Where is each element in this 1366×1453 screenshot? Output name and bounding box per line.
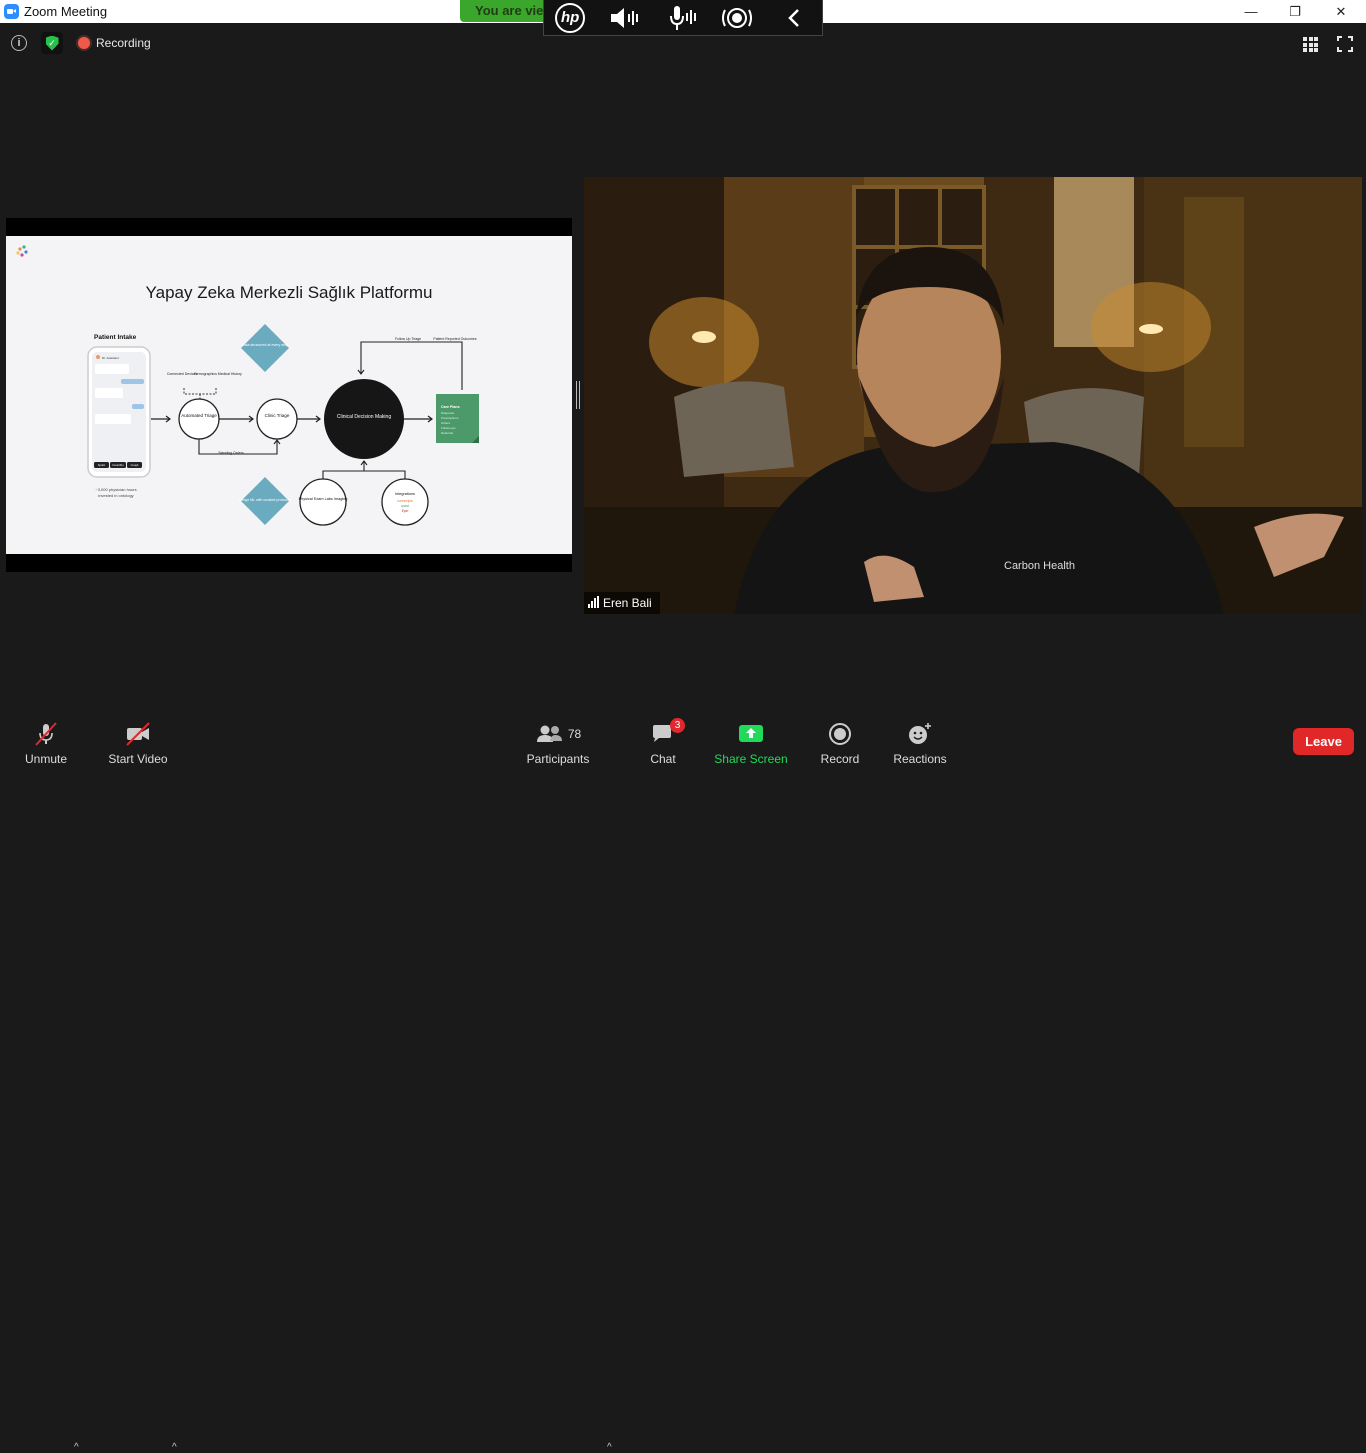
security-shield-icon[interactable]: ✓ (41, 32, 63, 54)
phone-contact-name: Dr. Assistant (102, 356, 119, 360)
care-plan-item-4: Follow-ups (441, 426, 456, 430)
speaker-icon[interactable] (608, 3, 642, 33)
leave-button[interactable]: Leave (1293, 728, 1354, 755)
integration-logo-1: surescripts (397, 499, 413, 503)
integration-logo-3: Epic (402, 509, 409, 513)
viewing-banner[interactable]: You are view (460, 0, 550, 22)
view-splitter[interactable] (576, 381, 580, 409)
record-label: Record (820, 752, 860, 766)
intake-caption-line1: ~3,000 physician hours (95, 487, 136, 492)
patient-intake-title: Patient Intake (94, 334, 137, 341)
restore-button[interactable]: ❐ (1272, 0, 1318, 23)
carbon-logo-icon (16, 245, 28, 257)
recording-dot-icon (78, 37, 90, 49)
start-video-label: Start Video (108, 752, 168, 766)
standing-orders-label: Standing Orders (218, 451, 244, 455)
presentation-slide: Yapay Zeka Merkezli Sağlık Platformu Pat… (6, 236, 572, 554)
hp-logo: hp (555, 2, 586, 33)
record-button[interactable]: Record (818, 716, 862, 768)
participant-video[interactable]: Carbon Health Eren Bali (584, 177, 1362, 614)
participants-label: Participants (526, 752, 590, 766)
zoom-app-icon (4, 4, 19, 19)
care-plans-card: Care Plans Diagnosis Prescriptions Order… (436, 394, 479, 443)
reactions-label: Reactions (893, 752, 947, 766)
connected-devices-label: Connected Devices (167, 372, 198, 376)
signal-strength-icon (588, 596, 599, 608)
participants-button[interactable]: 78 Participants (526, 716, 590, 768)
meeting-toolbar: Unmute ^ Start Video ^ 78 Participants ^… (0, 716, 1366, 1453)
recording-label[interactable]: Recording (96, 36, 151, 50)
fullscreen-icon[interactable] (1337, 36, 1353, 52)
unmute-label: Unmute (24, 752, 68, 766)
merge-ml-label: Merge ML with curated protocols (239, 498, 291, 502)
chat-button[interactable]: 3 Chat (645, 716, 685, 768)
participants-count: 78 (567, 727, 582, 741)
audio-options-caret-icon[interactable]: ^ (74, 1442, 79, 1453)
physical-exam-label: Physical Exam Labs Imaging (299, 497, 348, 501)
clinical-decision-label: Clinical Decision Making (337, 414, 391, 420)
care-plan-item-2: Prescriptions (441, 416, 459, 420)
chat-icon: 3 (651, 718, 685, 748)
slide-title: Yapay Zeka Merkezli Sağlık Platformu (146, 283, 433, 302)
muted-microphone-icon (33, 720, 59, 748)
chat-unread-badge: 3 (670, 718, 685, 733)
record-icon (828, 720, 852, 748)
care-plan-item-3: Orders (441, 421, 451, 425)
start-video-button[interactable]: Start Video (106, 716, 170, 768)
share-screen-button[interactable]: Share Screen (714, 716, 788, 768)
shared-screen[interactable]: Yapay Zeka Merkezli Sağlık Platformu Pat… (6, 218, 572, 572)
phone-button-2: Fever/Flu (113, 463, 125, 467)
minimize-button[interactable]: — (1228, 0, 1274, 23)
hp-audio-overlay: hp (543, 0, 823, 36)
share-screen-icon (738, 720, 764, 748)
unmute-button[interactable]: Unmute (20, 716, 72, 768)
care-plan-item-1: Diagnosis (441, 411, 455, 415)
merge-ml-diamond: Merge ML with curated protocols (239, 477, 291, 525)
demographics-label: Demographics Medical History (194, 372, 242, 376)
data-structured-label: Data structured at every step (242, 343, 288, 347)
chevron-left-icon[interactable] (777, 3, 811, 33)
phone-button-3: Cough (131, 463, 139, 467)
video-options-caret-icon[interactable]: ^ (172, 1442, 177, 1453)
patient-reported-label: Patient Reported Outcomes (433, 337, 476, 341)
participants-caret-icon[interactable]: ^ (607, 1442, 612, 1453)
data-structured-diamond: Data structured at every step (241, 324, 289, 372)
microphone-icon[interactable] (664, 3, 698, 33)
video-off-icon (124, 720, 152, 748)
close-button[interactable]: ✕ (1318, 0, 1364, 23)
automated-triage-label: Automated Triage (181, 413, 217, 418)
care-plan-item-5: Referrals (441, 431, 454, 435)
meeting-info-icon[interactable]: i (11, 35, 27, 51)
integration-logo-2: quest (401, 504, 409, 508)
intake-caption-line2: invested in ontology (98, 493, 133, 498)
care-plans-title: Care Plans (441, 405, 460, 409)
integrations-label: Integrations (395, 492, 415, 496)
broadcast-icon[interactable] (720, 3, 754, 33)
reactions-button[interactable]: Reactions (892, 716, 948, 768)
participant-name-tag: Eren Bali (584, 592, 660, 614)
share-screen-label: Share Screen (714, 752, 788, 766)
phone-button-1: Sprain (98, 463, 106, 467)
shirt-logo: Carbon Health (1004, 560, 1075, 572)
clinic-triage-label: Clinic Triage (265, 413, 290, 418)
participant-name: Eren Bali (603, 596, 652, 610)
gallery-view-icon[interactable] (1303, 37, 1318, 52)
participants-icon: 78 (535, 720, 581, 748)
follow-up-label: Follow Up Triage (395, 337, 421, 341)
window-title: Zoom Meeting (24, 4, 108, 19)
chat-label: Chat (650, 752, 676, 766)
reactions-icon (907, 720, 933, 748)
